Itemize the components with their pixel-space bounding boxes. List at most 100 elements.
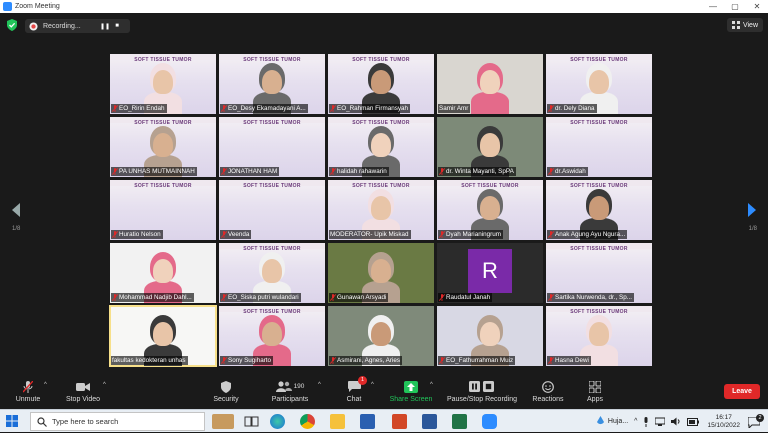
- previous-page-icon[interactable]: [10, 203, 22, 217]
- participant-tile[interactable]: EO_Fathurrahman Muiz: [437, 306, 543, 366]
- participant-tile[interactable]: SOFT TISSUE TUMOR Sartika Nurwenda, dr., …: [546, 243, 652, 303]
- edge-browser-icon[interactable]: [270, 414, 285, 429]
- participant-tile[interactable]: Samir Amr: [437, 54, 543, 114]
- security-button[interactable]: Security: [206, 380, 246, 403]
- participant-name-label: halidah rahawarin: [329, 167, 389, 176]
- participant-face: [589, 70, 609, 94]
- close-button[interactable]: ✕: [746, 0, 768, 13]
- excel-icon[interactable]: [452, 414, 467, 429]
- view-button[interactable]: View: [726, 18, 763, 32]
- participant-tile[interactable]: Mohammad Nadjib Dahl...: [110, 243, 216, 303]
- participant-tile[interactable]: SOFT TISSUE TUMOR dr. Dely Diana: [546, 54, 652, 114]
- slide-title: SOFT TISSUE TUMOR: [243, 183, 301, 189]
- participant-name-label: Asmirani, Agnes, Aries: [329, 356, 402, 365]
- share-screen-button[interactable]: Share Screen: [386, 380, 436, 403]
- chat-caret-icon[interactable]: ^: [371, 382, 374, 388]
- taskbar-widget-thumbnail-icon[interactable]: [212, 414, 234, 429]
- audio-options-caret-icon[interactable]: ^: [44, 382, 47, 388]
- participant-tile[interactable]: SOFT TISSUE TUMOR Hasna Dewi: [546, 306, 652, 366]
- pause-stop-icon: [469, 381, 494, 392]
- participant-tile[interactable]: SOFT TISSUE TUMOR PA UNHAS MUTMAINNAH: [110, 117, 216, 177]
- participant-name: EO_Fathurrahman Muiz: [446, 357, 514, 364]
- participant-tile[interactable]: SOFT TISSUE TUMOR EO_Desy Ekamadayani A..…: [219, 54, 325, 114]
- muted-mic-icon: [439, 231, 445, 238]
- participants-caret-icon[interactable]: ^: [318, 382, 321, 388]
- windows-taskbar: Type here to search Huja... ^ 16:17 15/1…: [0, 409, 768, 432]
- windows-start-icon[interactable]: [6, 415, 18, 427]
- file-explorer-icon[interactable]: [330, 414, 345, 429]
- battery-icon[interactable]: [687, 417, 700, 426]
- share-caret-icon[interactable]: ^: [430, 382, 433, 388]
- participant-name: Asmirani, Agnes, Aries: [337, 357, 400, 364]
- participant-name-label: Gunawan Arsyadi: [329, 293, 389, 302]
- video-options-caret-icon[interactable]: ^: [103, 382, 106, 388]
- network-icon[interactable]: [655, 417, 666, 426]
- participant-tile[interactable]: SOFT TISSUE TUMOR halidah rahawarin: [328, 117, 434, 177]
- stop-video-button[interactable]: Stop Video: [60, 380, 106, 403]
- participant-tile[interactable]: SOFT TISSUE TUMOR Anak Agung Ayu Ngura...: [546, 180, 652, 240]
- clock-time: 16:17: [715, 413, 732, 421]
- participant-face: [153, 133, 173, 157]
- participant-name-label: EO_Fathurrahman Muiz: [438, 356, 516, 365]
- weather-text[interactable]: Huja...: [608, 418, 628, 425]
- participant-tile[interactable]: SOFT TISSUE TUMOR EO_Rahman Firmansyah: [328, 54, 434, 114]
- participant-tile[interactable]: SOFT TISSUE TUMOR EO_Ririn Endah: [110, 54, 216, 114]
- participant-tile[interactable]: SOFT TISSUE TUMOR Sony Sugiharto: [219, 306, 325, 366]
- apps-icon: [589, 380, 601, 393]
- participant-tile[interactable]: SOFT TISSUE TUMOR dr.Aswidah: [546, 117, 652, 177]
- muted-mic-icon: [548, 105, 554, 112]
- pause-stop-recording-button[interactable]: Pause/Stop Recording: [444, 380, 520, 403]
- participant-name: PA UNHAS MUTMAINNAH: [119, 168, 195, 175]
- store-icon[interactable]: [360, 414, 375, 429]
- participant-tile[interactable]: SOFT TISSUE TUMOR Dyah Marianingrum: [437, 180, 543, 240]
- maximize-button[interactable]: ▢: [724, 0, 746, 13]
- participant-name-label: dr. Dely Diana: [547, 104, 597, 113]
- zoom-app-icon[interactable]: [482, 414, 497, 429]
- notification-center-button[interactable]: 2: [746, 413, 764, 430]
- slide-title: SOFT TISSUE TUMOR: [352, 57, 410, 63]
- chrome-browser-icon[interactable]: [300, 414, 315, 429]
- chat-button[interactable]: 1 Chat: [338, 376, 370, 403]
- stop-video-label: Stop Video: [65, 396, 101, 403]
- participant-tile[interactable]: SOFT TISSUE TUMOR Huratio Nelson: [110, 180, 216, 240]
- slide-title: SOFT TISSUE TUMOR: [243, 309, 301, 315]
- security-shield-icon: [221, 380, 231, 393]
- microphone-tray-icon[interactable]: [643, 416, 649, 427]
- taskbar-search-box[interactable]: Type here to search: [30, 412, 205, 431]
- window-controls: — ▢ ✕: [702, 0, 768, 13]
- task-view-icon[interactable]: [244, 414, 259, 429]
- speaker-icon[interactable]: [671, 417, 681, 426]
- participant-name-label: EO_Desy Ekamadayani A...: [220, 104, 308, 113]
- encryption-shield-icon[interactable]: [7, 19, 17, 31]
- powerpoint-icon[interactable]: [392, 414, 407, 429]
- unmute-button[interactable]: Unmute: [10, 380, 46, 403]
- next-page-icon[interactable]: [746, 203, 758, 217]
- taskbar-clock[interactable]: 16:17 15/10/2022: [707, 414, 740, 430]
- participant-tile[interactable]: Gunawan Arsyadi: [328, 243, 434, 303]
- security-label: Security: [213, 396, 239, 403]
- leave-button[interactable]: Leave: [724, 384, 760, 399]
- weather-icon: [596, 416, 604, 425]
- participant-tile[interactable]: SOFT TISSUE TUMOR JONATHAN HAM: [219, 117, 325, 177]
- participant-tile[interactable]: fakultas kedokteran unhas: [109, 305, 217, 367]
- stop-recording-button[interactable]: ■: [111, 23, 123, 29]
- participant-name-label: Sony Sugiharto: [220, 356, 274, 365]
- participant-tile[interactable]: SOFT TISSUE TUMOR MODERATOR- Upik Miskad: [328, 180, 434, 240]
- show-hidden-icons-icon[interactable]: ^: [634, 418, 637, 425]
- minimize-button[interactable]: —: [702, 0, 724, 13]
- reactions-button[interactable]: Reactions: [528, 380, 568, 403]
- word-icon[interactable]: [422, 414, 437, 429]
- participant-tile[interactable]: SOFT TISSUE TUMOR Veenda: [219, 180, 325, 240]
- muted-mic-icon: [23, 380, 33, 393]
- apps-button[interactable]: Apps: [580, 380, 610, 403]
- participant-tile[interactable]: SOFT TISSUE TUMOR EO_Siska putri wulandar…: [219, 243, 325, 303]
- participant-tile[interactable]: Asmirani, Agnes, Aries: [328, 306, 434, 366]
- participant-face: [480, 133, 500, 157]
- pause-recording-button[interactable]: ❚❚: [99, 23, 111, 30]
- participant-tile[interactable]: dr. Winta Mayanti, SpPA: [437, 117, 543, 177]
- muted-mic-icon: [221, 168, 227, 175]
- meeting-toolbar: Unmute ^ Stop Video ^ Security 190 Parti…: [0, 376, 768, 409]
- participant-face: [153, 70, 173, 94]
- participant-tile[interactable]: R Raudatul Janah: [437, 243, 543, 303]
- participants-button[interactable]: 190 Participants: [264, 380, 316, 403]
